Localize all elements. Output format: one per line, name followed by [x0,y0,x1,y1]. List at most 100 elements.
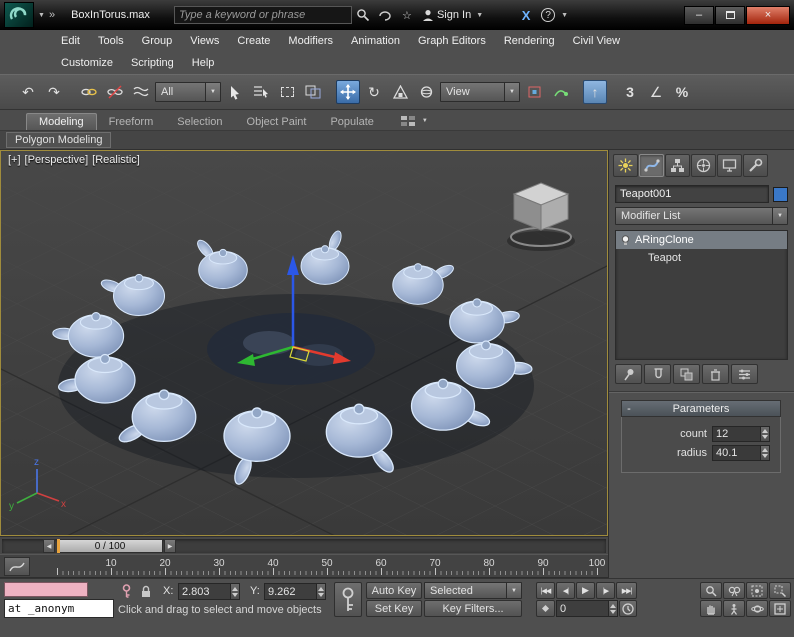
select-and-place-button[interactable] [414,80,438,104]
frame-spinner[interactable] [607,601,617,616]
menu-rendering[interactable]: Rendering [495,30,564,52]
search-input[interactable] [178,9,347,21]
tab-utilities[interactable] [743,154,768,177]
ribbon-tab-object-paint[interactable]: Object Paint [235,114,319,130]
unlink-selection-button[interactable] [103,80,127,104]
count-input[interactable] [713,428,760,440]
radius-spinner[interactable] [759,446,769,460]
object-name-field[interactable] [615,185,769,203]
track-bar[interactable]: 10 20 30 40 50 60 70 80 90 100 [0,554,608,578]
time-configuration-button[interactable] [619,600,637,617]
remove-modifier-button[interactable] [702,364,729,384]
viewcube[interactable] [507,182,575,251]
spinner-down-icon[interactable] [609,609,616,614]
redo-button[interactable]: ↷ [42,80,66,104]
ribbon-tab-populate[interactable]: Populate [318,114,385,130]
next-frame-button[interactable]: |▶ [596,582,615,599]
menu-create[interactable]: Create [228,30,279,52]
object-color-swatch[interactable] [773,186,788,202]
reference-coordinate-dropdown[interactable]: View ▼ [440,82,520,102]
key-mode-dropdown[interactable]: Selected ▼ [424,582,522,599]
help-menu-arrow-icon[interactable]: ▼ [561,12,568,19]
count-spinner[interactable] [759,427,769,441]
spinner-down-icon[interactable] [761,435,768,439]
zoom-all-button[interactable] [723,582,745,599]
walk-through-button[interactable] [723,600,745,617]
x-coordinate-field[interactable] [178,583,240,600]
app-menu-arrow-icon[interactable]: ▼ [38,12,45,19]
keyboard-shortcut-override-toggle[interactable]: ↑ [583,80,607,104]
menu-group[interactable]: Group [133,30,182,52]
tab-create[interactable] [613,154,638,177]
polygon-modeling-panel-tab[interactable]: Polygon Modeling [6,132,112,148]
spinner-up-icon[interactable] [761,429,768,433]
current-frame-field[interactable] [556,600,618,617]
select-and-move-button[interactable] [336,80,360,104]
menu-scripting[interactable]: Scripting [122,52,183,74]
maximize-viewport-toggle-button[interactable] [769,600,791,617]
go-to-start-button[interactable]: |◀◀ [536,582,555,599]
time-slider-handle[interactable]: 0 / 100 [57,539,163,553]
ribbon-collapse-arrow-icon[interactable]: ▼ [422,118,428,124]
y-coordinate-field[interactable] [264,583,326,600]
spinner-down-icon[interactable] [317,592,324,597]
make-unique-button[interactable] [673,364,700,384]
menu-edit[interactable]: Edit [52,30,89,52]
window-crossing-toggle-button[interactable] [301,80,325,104]
viewport-general-menu[interactable]: [+] [8,154,21,166]
bind-to-space-warp-button[interactable] [129,80,153,104]
go-to-end-button[interactable]: ▶▶| [616,582,637,599]
mini-listener-input[interactable] [8,602,110,615]
select-and-rotate-button[interactable]: ↻ [362,80,386,104]
spinner-up-icon[interactable] [231,586,238,591]
radius-input[interactable] [713,447,760,459]
close-button[interactable]: × [746,5,790,25]
isolate-selection-toggle[interactable] [118,583,134,599]
pin-stack-button[interactable] [615,364,642,384]
zoom-region-button[interactable] [769,582,791,599]
maximize-button[interactable] [715,5,745,25]
menu-views[interactable]: Views [181,30,228,52]
selection-filter-dropdown[interactable]: All ▼ [155,82,221,102]
y-spinner[interactable] [315,584,325,599]
play-button[interactable]: ▶ [576,582,595,599]
menu-tools[interactable]: Tools [89,30,133,52]
favorites-star-icon[interactable]: ☆ [396,5,418,25]
ribbon-tab-selection[interactable]: Selection [165,114,234,130]
menu-graph-editors[interactable]: Graph Editors [409,30,495,52]
modifier-stack[interactable]: ARingClone Teapot [615,230,788,360]
key-filters-button[interactable]: Key Filters... [424,600,522,617]
spinner-down-icon[interactable] [231,592,238,597]
modifier-list-dropdown[interactable]: Modifier List ▼ [615,207,788,225]
undo-button[interactable]: ↶ [16,80,40,104]
x-spinner[interactable] [229,584,239,599]
ribbon-tab-freeform[interactable]: Freeform [97,114,166,130]
parameters-rollout-header[interactable]: - Parameters [621,400,781,417]
exchange-apps-icon[interactable]: X [515,5,537,25]
select-and-link-button[interactable] [77,80,101,104]
set-keys-button[interactable] [334,582,362,617]
stack-item-teapot[interactable]: Teapot [616,249,787,267]
angle-snap-toggle-button[interactable]: ∠ [644,80,668,104]
auto-key-button[interactable]: Auto Key [366,582,422,599]
radius-field[interactable] [712,445,770,461]
rectangular-selection-region-button[interactable] [275,80,299,104]
sign-in-button[interactable]: Sign In ▼ [422,9,485,22]
show-end-result-button[interactable] [644,364,671,384]
tab-hierarchy[interactable] [665,154,690,177]
zoom-extents-button[interactable] [746,582,768,599]
spinner-up-icon[interactable] [317,586,324,591]
current-frame-input[interactable] [557,602,608,615]
search-icon[interactable] [352,5,374,25]
previous-frame-button[interactable]: ◀| [556,582,575,599]
modifier-enabled-bulb-icon[interactable] [621,234,630,246]
spinner-up-icon[interactable] [761,448,768,452]
time-slider-next-button[interactable]: ▶ [164,539,176,553]
infocenter-search[interactable] [173,6,352,24]
minimize-button[interactable]: – [684,5,714,25]
perspective-viewport[interactable]: z x y [0,150,608,536]
selection-lock-toggle[interactable] [138,583,154,599]
select-by-name-button[interactable] [249,80,273,104]
maxscript-mini-listener[interactable] [4,599,114,618]
snaps-toggle-3d-button[interactable]: 3 [618,80,642,104]
